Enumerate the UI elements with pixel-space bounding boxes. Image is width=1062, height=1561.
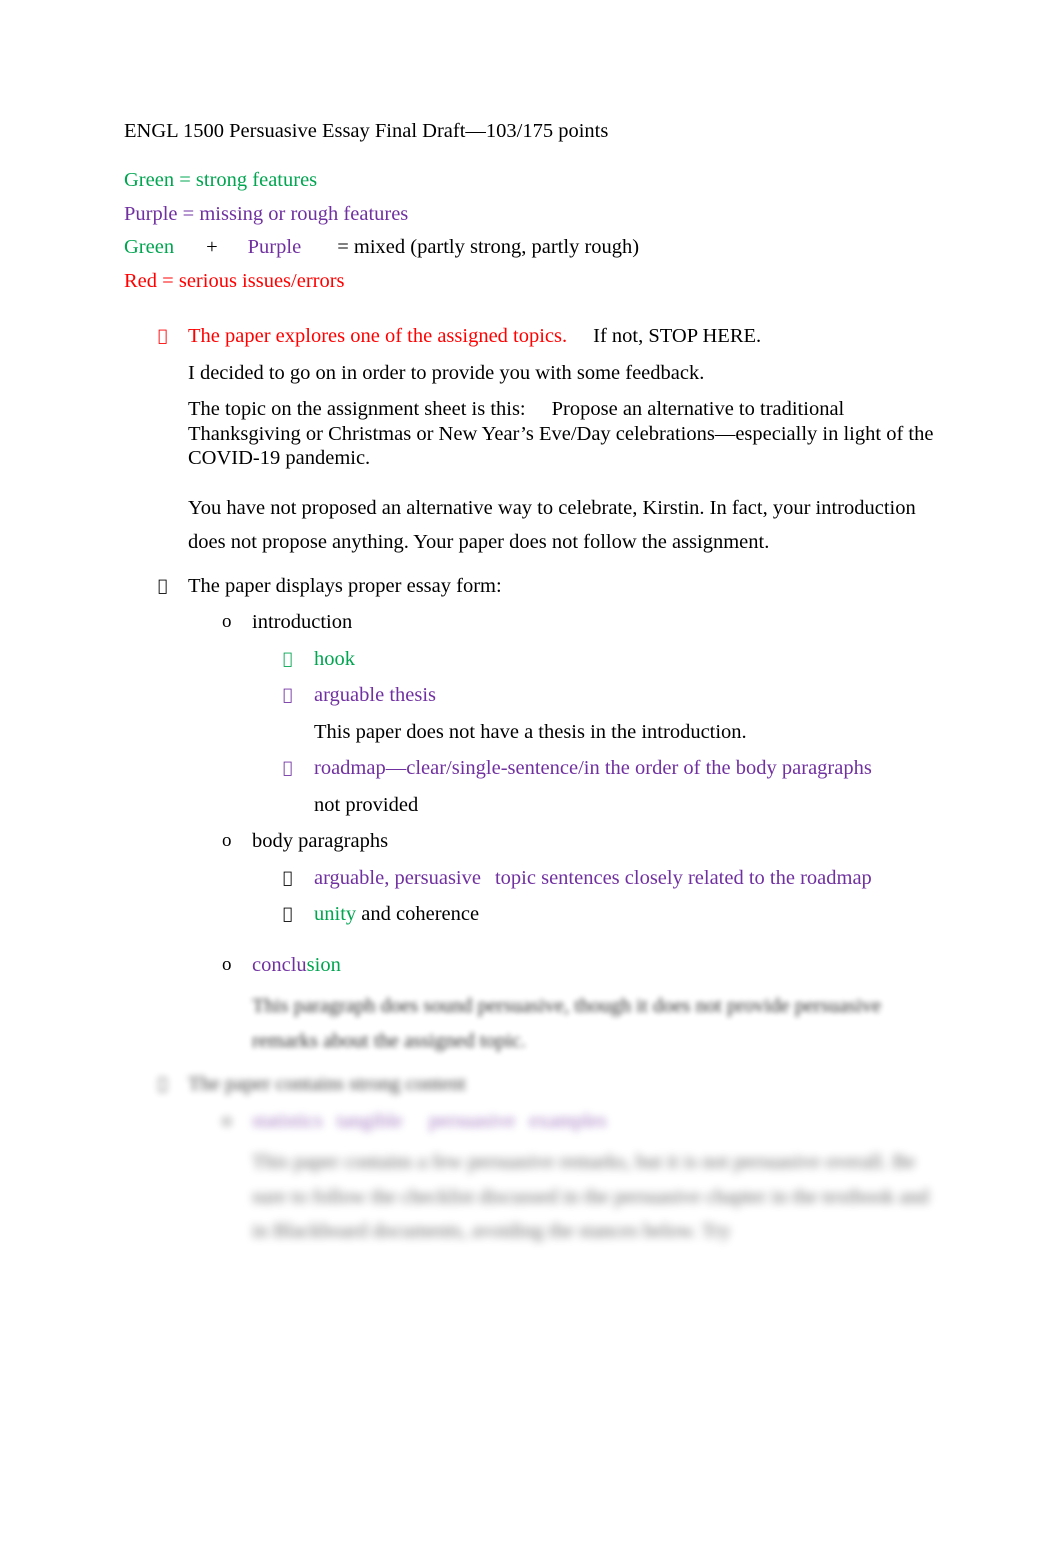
- document-page: ENGL 1500 Persuasive Essay Final Draft—1…: [0, 0, 1062, 1561]
- section-body-paragraphs-row: o body paragraphs: [124, 829, 938, 854]
- square-bullet-icon: : [158, 1072, 168, 1097]
- page-title: ENGL 1500 Persuasive Essay Final Draft—1…: [124, 120, 609, 142]
- legend-purple-line: Purple = missing or rough features: [124, 198, 938, 232]
- legend-mixed-green: Green: [124, 236, 175, 258]
- note-thesis-missing: This paper does not have a thesis in the…: [314, 720, 747, 743]
- legend-green-label: Green: [124, 169, 175, 191]
- item-statistics-label: statistics: [252, 1109, 323, 1132]
- square-bullet-icon: : [158, 324, 168, 349]
- note-assignment-topic: The topic on the assignment sheet is thi…: [124, 397, 938, 471]
- legend-green-line: Green = strong features: [124, 164, 938, 198]
- square-bullet-icon: : [283, 866, 293, 891]
- criterion-strong-content-label: The paper contains strong content: [188, 1073, 466, 1095]
- note-strong-content-obscured: This paper contains a few persuasive rem…: [252, 1151, 929, 1242]
- criterion-topic-label: The paper explores one of the assigned t…: [188, 325, 568, 347]
- note-conclusion-obscured: This paragraph does sound persuasive, th…: [124, 989, 938, 1058]
- section-introduction-row: o introduction: [124, 610, 938, 635]
- legend-green-text: = strong features: [174, 169, 318, 191]
- section-conclusion-label-part-1: conclu: [252, 953, 307, 976]
- square-bullet-icon: : [283, 647, 293, 672]
- item-topic-sentences-row:  arguable, persuasive topic sentences cl…: [124, 866, 938, 891]
- note-decided-to-go-on: I decided to go on in order to provide y…: [188, 361, 705, 384]
- criterion-topic-stop-note: If not, STOP HERE.: [593, 325, 762, 347]
- item-statistics-row: o statistics tangible persuasive examples: [124, 1109, 938, 1134]
- section-conclusion-label-part-2: sion: [306, 953, 341, 976]
- assignment-topic-lead: The topic on the assignment sheet is thi…: [188, 398, 526, 420]
- legend-red-text: = serious issues/errors: [157, 269, 345, 292]
- circle-bullet-icon: o: [222, 830, 232, 851]
- item-topic-sentences-label-a: arguable, persuasive: [314, 866, 481, 889]
- criterion-topic-row:  The paper explores one of the assigned…: [124, 324, 938, 349]
- legend-purple-label: Purple: [124, 202, 178, 225]
- legend-red-line: Red = serious issues/errors: [124, 265, 938, 299]
- item-roadmap-row:  roadmap—clear/single-sentence/in the o…: [124, 756, 938, 781]
- section-introduction-label: introduction: [252, 611, 353, 633]
- item-unity-coherence-row:  unity and coherence: [124, 902, 938, 927]
- item-unity-label: unity: [314, 903, 357, 925]
- legend-red-label: Red: [124, 269, 158, 292]
- item-persuasive-label: persuasive: [428, 1109, 516, 1132]
- square-bullet-icon: : [283, 756, 293, 781]
- criterion-essay-form-label: The paper displays proper essay form:: [188, 574, 502, 597]
- item-tangible-label: tangible: [336, 1109, 403, 1132]
- document-body: ENGL 1500 Persuasive Essay Final Draft—1…: [124, 118, 938, 1249]
- square-bullet-icon: : [158, 574, 168, 599]
- circle-bullet-icon: o: [222, 1109, 232, 1131]
- note-no-alternative-proposed: You have not proposed an alternative way…: [188, 496, 916, 554]
- square-bullet-icon: : [283, 902, 293, 927]
- note-roadmap-missing: not provided: [314, 793, 419, 816]
- item-roadmap-label: roadmap—clear/single-sentence/in the ord…: [314, 757, 872, 779]
- section-body-paragraphs-label: body paragraphs: [252, 830, 389, 852]
- legend-mixed-plus: +: [206, 236, 218, 258]
- note-conclusion-visible-word: This: [252, 995, 289, 1017]
- item-hook-row:  hook: [124, 647, 938, 672]
- square-bullet-icon: : [283, 683, 293, 708]
- note-conclusion-obscured-text: paragraph does sound persuasive, though …: [252, 995, 882, 1052]
- item-hook-label: hook: [314, 647, 355, 670]
- section-conclusion-row: o conclusion: [124, 953, 938, 978]
- item-topic-sentences-label-b: topic sentences closely related to the r…: [494, 866, 872, 889]
- item-thesis-label: arguable thesis: [314, 684, 437, 706]
- item-examples-label: examples: [529, 1109, 607, 1132]
- criterion-essay-form-row:  The paper displays proper essay form:: [124, 574, 938, 599]
- circle-bullet-icon: o: [222, 953, 232, 975]
- criterion-strong-content-row:  The paper contains strong content: [124, 1072, 938, 1097]
- item-coherence-label: and coherence: [356, 903, 480, 925]
- item-thesis-row:  arguable thesis: [124, 683, 938, 708]
- legend-mixed-purple: Purple: [247, 236, 302, 258]
- legend-mixed-line: Green + Purple = mixed (partly strong, part…: [124, 231, 938, 265]
- legend-mixed-text: = mixed (partly strong, partly rough): [337, 236, 640, 258]
- legend-purple-text: = missing or rough features: [177, 202, 409, 225]
- circle-bullet-icon: o: [222, 611, 232, 632]
